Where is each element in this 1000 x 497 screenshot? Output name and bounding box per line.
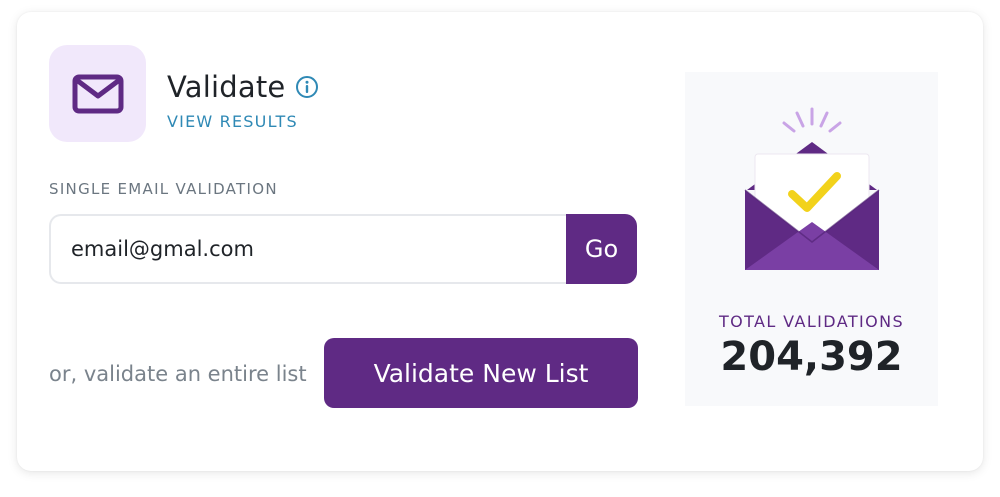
envelope-tile [49, 45, 146, 142]
envelope-icon [72, 74, 123, 113]
email-form: Go [49, 214, 637, 284]
page-title: Validate [167, 70, 286, 104]
or-validate-list-text: or, validate an entire list [49, 362, 307, 386]
total-validations-label: TOTAL VALIDATIONS [718, 312, 905, 331]
email-input[interactable] [49, 214, 566, 284]
total-validations-value: 204,392 [720, 334, 903, 380]
stats-panel: TOTAL VALIDATIONS 204,392 [685, 72, 938, 406]
single-validation-label: SINGLE EMAIL VALIDATION [49, 180, 278, 198]
info-icon[interactable] [295, 75, 319, 99]
validate-card: Validate VIEW RESULTS SINGLE EMAIL VALID… [17, 12, 983, 471]
go-button[interactable]: Go [566, 214, 637, 284]
view-results-link[interactable]: VIEW RESULTS [167, 112, 298, 131]
title-row: Validate [167, 70, 319, 104]
envelope-check-illustration [744, 107, 880, 270]
validate-new-list-button[interactable]: Validate New List [324, 338, 638, 408]
sparkle-rays [782, 107, 842, 133]
